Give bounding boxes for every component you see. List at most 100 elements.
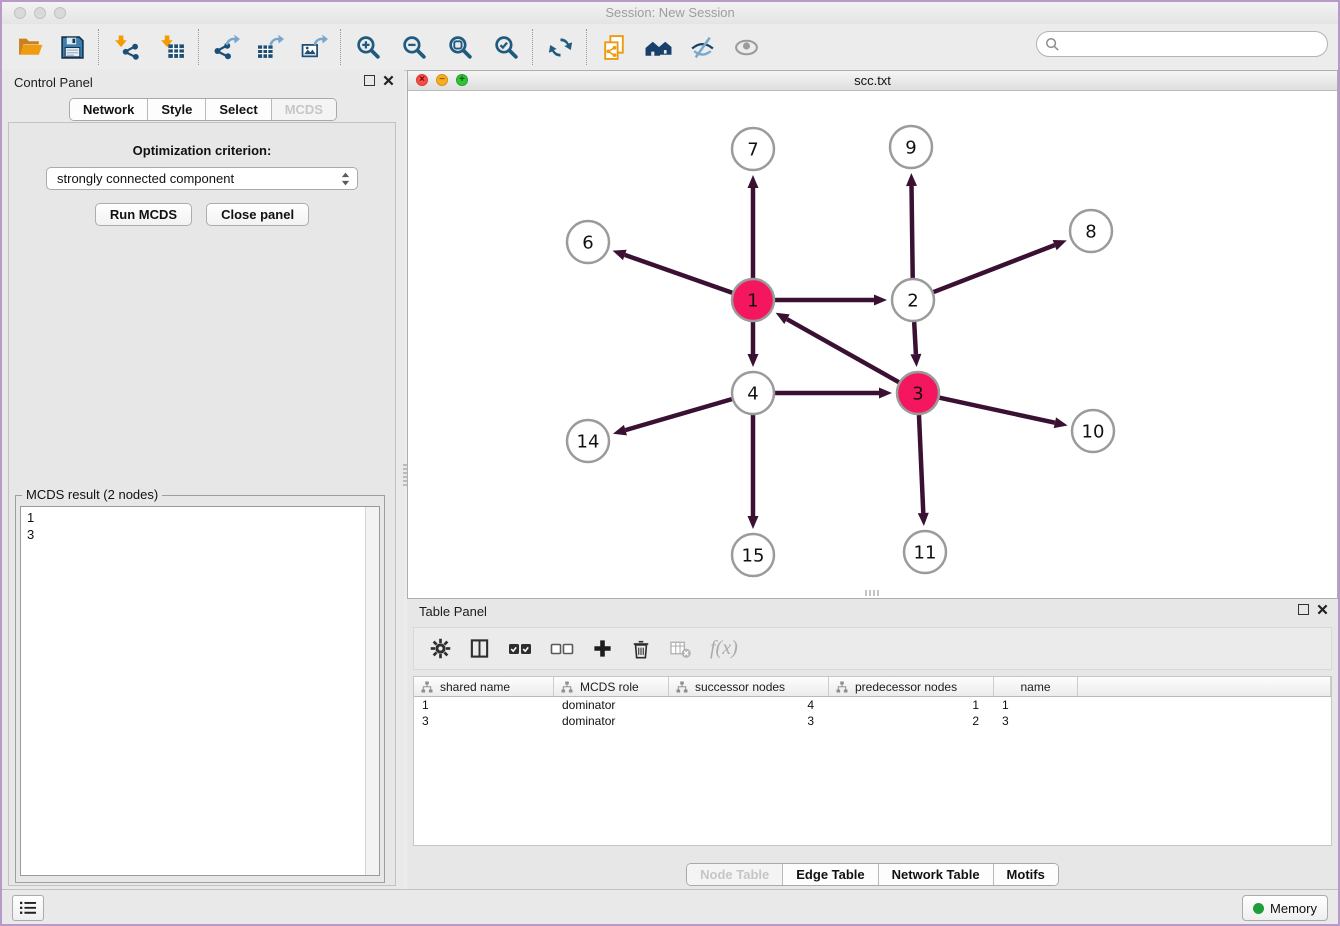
graph-edge-2-8[interactable] (934, 240, 1067, 292)
column-header-mcds-role[interactable]: MCDS role (554, 677, 669, 696)
tab-network[interactable]: Network (70, 99, 147, 120)
save-session-button[interactable] (56, 30, 88, 64)
graph-node-6[interactable]: 6 (567, 221, 609, 263)
tab-style[interactable]: Style (147, 99, 205, 120)
graph-edge-4-15[interactable] (748, 415, 759, 529)
run-mcds-button[interactable]: Run MCDS (95, 203, 192, 226)
graph-node-15[interactable]: 15 (732, 534, 774, 576)
zoom-selected-button[interactable] (490, 30, 522, 64)
tab-edge-table[interactable]: Edge Table (782, 864, 877, 885)
cell-predecessor-nodes[interactable]: 1 (829, 697, 994, 713)
cell-successor-nodes[interactable]: 4 (669, 697, 829, 713)
open-session-button[interactable] (14, 30, 46, 64)
memory-button[interactable]: Memory (1242, 895, 1328, 921)
column-header-successor-nodes[interactable]: successor nodes (669, 677, 829, 696)
cell-name[interactable]: 1 (994, 697, 1078, 713)
optimization-criterion-select[interactable]: strongly connected component (46, 167, 358, 190)
plus-icon (592, 638, 613, 659)
arrowhead-icon (748, 354, 759, 367)
graph-edge-3-11[interactable] (918, 415, 929, 526)
graph-edge-1-7[interactable] (748, 175, 759, 278)
export-network-button[interactable] (210, 30, 242, 64)
graph-node-9[interactable]: 9 (890, 126, 932, 168)
export-table-button[interactable] (254, 30, 286, 64)
close-panel-button[interactable]: Close panel (206, 203, 309, 226)
import-table-button[interactable] (156, 30, 188, 64)
zoom-out-button[interactable] (398, 30, 430, 64)
import-network-button[interactable] (110, 30, 142, 64)
refresh-button[interactable] (544, 30, 576, 64)
tab-mcds[interactable]: MCDS (271, 99, 336, 120)
column-label: name (1020, 680, 1050, 694)
table-row[interactable]: 3dominator323 (414, 713, 1331, 729)
graph-node-8[interactable]: 8 (1070, 210, 1112, 252)
search-field[interactable] (1036, 31, 1328, 57)
table-panel-title: Table Panel (419, 604, 487, 619)
table-body: 1dominator4113dominator323 (414, 697, 1331, 729)
table-panel: Table Panel f(x) shared nameMCDS rolesuc… (407, 599, 1338, 890)
task-history-button[interactable] (12, 895, 44, 921)
zoom-fit-button[interactable] (444, 30, 476, 64)
close-panel-icon[interactable] (383, 75, 394, 86)
tab-select[interactable]: Select (205, 99, 270, 120)
tab-network-table[interactable]: Network Table (878, 864, 993, 885)
graph-node-4[interactable]: 4 (732, 372, 774, 414)
table-settings-button[interactable] (430, 638, 451, 659)
network-canvas[interactable]: 7 9 6 8 1 2 4 3 14 10 15 11 (408, 91, 1337, 599)
tab-node-table[interactable]: Node Table (687, 864, 782, 885)
delete-table-button-disabled (669, 638, 692, 659)
toolbar-separator (98, 29, 100, 65)
graph-edge-1-6[interactable] (613, 250, 733, 293)
graph-edge-1-2[interactable] (775, 295, 887, 306)
graph-edge-4-14[interactable] (613, 399, 732, 435)
cell-mcds-role[interactable]: dominator (554, 697, 669, 713)
arrowhead-icon (613, 250, 627, 260)
hide-details-button[interactable] (686, 30, 718, 64)
add-column-button[interactable] (592, 638, 613, 659)
cell-shared-name[interactable]: 1 (414, 697, 554, 713)
tab-motifs[interactable]: Motifs (993, 864, 1058, 885)
graph-node-11[interactable]: 11 (904, 531, 946, 573)
houses-button[interactable] (642, 30, 674, 64)
graph-edge-2-9[interactable] (906, 173, 917, 278)
node-label: 10 (1082, 421, 1105, 442)
cell-successor-nodes[interactable]: 3 (669, 713, 829, 729)
column-header-predecessor-nodes[interactable]: predecessor nodes (829, 677, 994, 696)
column-header-name[interactable]: name (994, 677, 1078, 696)
horizontal-splitter[interactable] (865, 590, 881, 596)
cell-mcds-role[interactable]: dominator (554, 713, 669, 729)
graph-node-2[interactable]: 2 (892, 279, 934, 321)
copy-network-button[interactable] (598, 30, 630, 64)
export-image-button[interactable] (298, 30, 330, 64)
node-label: 1 (747, 290, 758, 311)
graph-node-7[interactable]: 7 (732, 128, 774, 170)
float-panel-icon[interactable] (1298, 604, 1309, 615)
cell-shared-name[interactable]: 3 (414, 713, 554, 729)
graph-node-3[interactable]: 3 (897, 372, 939, 414)
table-row[interactable]: 1dominator411 (414, 697, 1331, 713)
search-input[interactable] (1060, 33, 1327, 55)
graph-edge-1-4[interactable] (748, 322, 759, 367)
show-columns-button[interactable] (469, 638, 490, 659)
graph-edge-3-1[interactable] (776, 313, 899, 382)
float-panel-icon[interactable] (364, 75, 375, 86)
graph-node-14[interactable]: 14 (567, 420, 609, 462)
result-scrollbar[interactable] (365, 507, 379, 875)
graph-edge-2-3[interactable] (910, 322, 921, 367)
node-label: 6 (582, 232, 593, 253)
column-header-shared-name[interactable]: shared name (414, 677, 554, 696)
graph-edge-4-3[interactable] (775, 388, 892, 399)
zoom-in-button[interactable] (352, 30, 384, 64)
deselect-all-button[interactable] (550, 642, 574, 656)
mcds-result-list[interactable]: 1 3 (21, 507, 365, 875)
zoom-fit-icon (447, 34, 474, 61)
cell-name[interactable]: 3 (994, 713, 1078, 729)
graph-node-1[interactable]: 1 (732, 279, 774, 321)
close-panel-icon[interactable] (1317, 604, 1328, 615)
graph-edge-3-10[interactable] (939, 398, 1067, 428)
delete-column-button[interactable] (631, 638, 651, 660)
graph-node-10[interactable]: 10 (1072, 410, 1114, 452)
select-all-button[interactable] (508, 642, 532, 656)
cell-predecessor-nodes[interactable]: 2 (829, 713, 994, 729)
node-label: 9 (905, 137, 916, 158)
